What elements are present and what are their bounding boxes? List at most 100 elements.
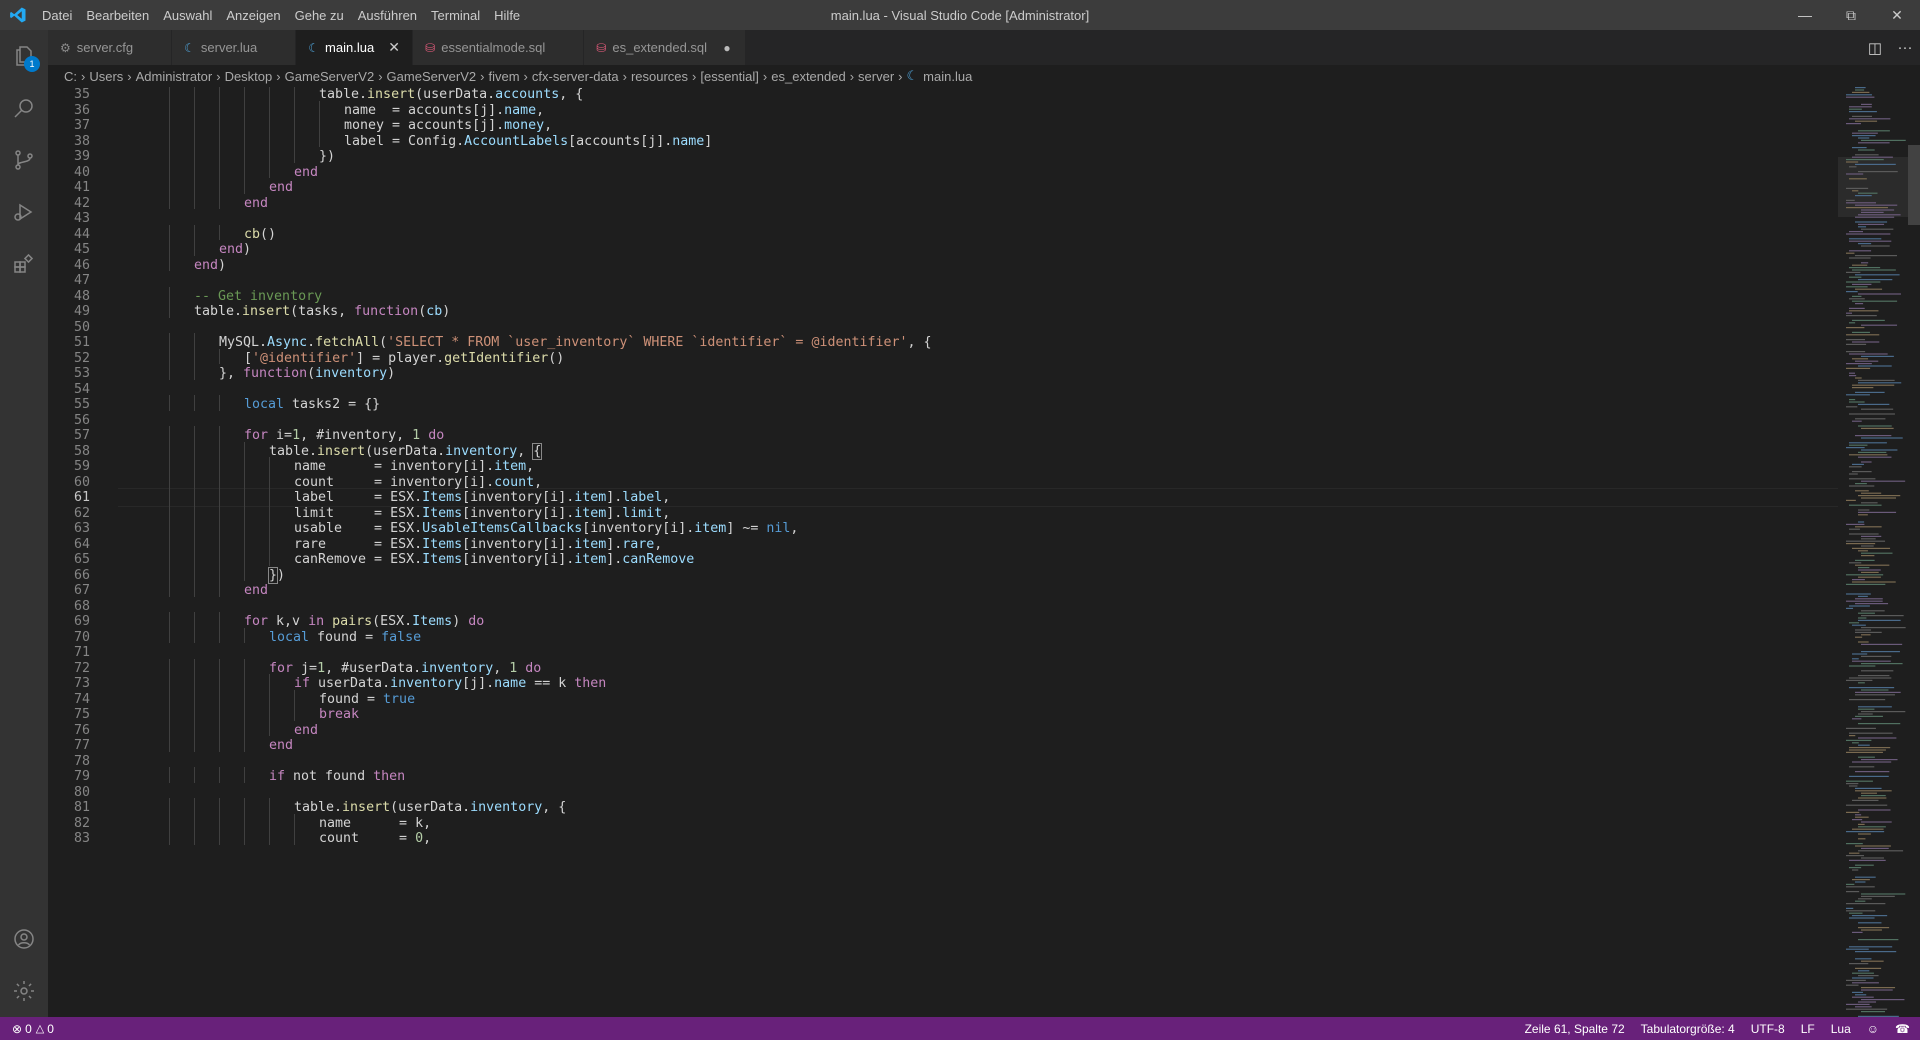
close-tab-icon[interactable]: ✕	[386, 39, 402, 56]
minimap-line	[1855, 221, 1888, 223]
menu-bearbeiten[interactable]: Bearbeiten	[79, 8, 156, 23]
tab-main-lua[interactable]: ☾ main.lua ✕	[296, 30, 414, 65]
settings-gear-icon[interactable]	[0, 965, 48, 1017]
indent-guide	[169, 674, 170, 690]
breadcrumb-item[interactable]: server	[858, 69, 894, 84]
minimap-line	[1849, 413, 1895, 415]
indent-guide	[294, 147, 295, 163]
minimap-line	[1846, 780, 1873, 782]
code-area[interactable]: table.insert(userData.accounts, {name = …	[118, 87, 1838, 1017]
minimap[interactable]	[1838, 87, 1908, 1017]
indent-guide	[319, 100, 320, 116]
run-debug-icon[interactable]	[0, 186, 48, 238]
minimap-line	[1858, 514, 1868, 516]
end-of-line[interactable]: LF	[1801, 1022, 1815, 1036]
indent-guide	[219, 565, 220, 581]
breadcrumb-item[interactable]: es_extended	[771, 69, 845, 84]
indent-guide	[219, 767, 220, 783]
code-editor[interactable]: 35 36 37 38 39 40 41 42 43 44 45 46 47 48 49 50 51 52 53 54…	[48, 87, 1920, 1017]
indent-guide	[269, 705, 270, 721]
minimap-line	[1852, 300, 1898, 302]
feedback-icon[interactable]: ☺	[1867, 1022, 1879, 1036]
minimap-line	[1861, 571, 1879, 573]
menu-gehe-zu[interactable]: Gehe zu	[288, 8, 351, 23]
breadcrumb-item[interactable]: Users	[89, 69, 123, 84]
minimap-line	[1858, 171, 1898, 173]
minimap-line	[1852, 660, 1891, 662]
extensions-icon[interactable]	[0, 238, 48, 290]
breadcrumb-item[interactable]: fivem	[488, 69, 519, 84]
search-icon[interactable]	[0, 82, 48, 134]
close-window-icon[interactable]: ✕	[1874, 0, 1920, 30]
minimap-line	[1855, 216, 1895, 218]
minimap-line	[1858, 641, 1869, 643]
minimap-line	[1846, 315, 1877, 317]
breadcrumb-item[interactable]: Desktop	[225, 69, 273, 84]
minimap-line	[1858, 975, 1879, 977]
menu-terminal[interactable]: Terminal	[424, 8, 487, 23]
minimap-line	[1849, 917, 1875, 919]
line-number: 83	[73, 831, 90, 846]
menu-anzeigen[interactable]: Anzeigen	[219, 8, 287, 23]
minimap-line	[1849, 747, 1891, 749]
minimap-line	[1852, 135, 1876, 137]
indent-guide	[319, 116, 320, 132]
accounts-icon[interactable]	[0, 913, 48, 965]
unsaved-dot-icon[interactable]: ●	[719, 41, 735, 55]
breadcrumb-item[interactable]: Administrator	[136, 69, 213, 84]
indent-guide	[244, 658, 245, 674]
breadcrumb-item[interactable]: main.lua	[923, 69, 972, 84]
indent-guide	[194, 612, 195, 628]
minimap-line	[1858, 149, 1875, 151]
split-editor-icon[interactable]: ◫	[1860, 39, 1890, 57]
breadcrumb-item[interactable]: cfx-server-data	[532, 69, 619, 84]
minimap-line	[1846, 252, 1855, 254]
breadcrumb-item[interactable]: C:	[64, 69, 77, 84]
menu-auswahl[interactable]: Auswahl	[156, 8, 219, 23]
minimap-line	[1858, 279, 1893, 281]
source-control-icon[interactable]	[0, 134, 48, 186]
vscode-logo-icon[interactable]	[0, 0, 35, 30]
tab-label: server.lua	[200, 40, 258, 55]
minimap-line	[1861, 324, 1898, 326]
minimap-line	[1861, 895, 1895, 897]
notifications-bell-icon[interactable]: ☎	[1895, 1022, 1910, 1036]
language-mode[interactable]: Lua	[1831, 1022, 1851, 1036]
code-line[interactable]: count = 0,	[118, 829, 1838, 848]
cursor-position[interactable]: Zeile 61, Spalte 72	[1525, 1022, 1625, 1036]
minimap-line	[1855, 89, 1865, 91]
menu-ausführen[interactable]: Ausführen	[351, 8, 424, 23]
breadcrumb-item[interactable]: GameServerV2	[285, 69, 375, 84]
scrollbar-thumb[interactable]	[1908, 145, 1920, 225]
tab-es-extended-sql[interactable]: ⛁ es_extended.sql ●	[584, 30, 747, 65]
breadcrumb-item[interactable]: resources	[631, 69, 688, 84]
tab-label: main.lua	[325, 40, 375, 55]
vertical-scrollbar[interactable]	[1908, 87, 1920, 1017]
indent-guide	[294, 87, 295, 101]
problems-indicator[interactable]: ⊗ 0 △ 0	[0, 1022, 54, 1036]
more-actions-icon[interactable]: ···	[1890, 39, 1920, 56]
menu-hilfe[interactable]: Hilfe	[487, 8, 527, 23]
minimap-line	[1846, 447, 1865, 449]
minimap-line	[1846, 883, 1855, 885]
tab-essentialmode-sql[interactable]: ⛁ essentialmode.sql	[413, 30, 585, 65]
minimap-line	[1858, 797, 1887, 799]
tab-server-lua[interactable]: ☾ server.lua	[172, 30, 297, 65]
minimize-icon[interactable]: —	[1782, 0, 1828, 30]
minimap-line	[1849, 677, 1892, 679]
indent-guide	[194, 333, 195, 349]
restore-icon[interactable]: ⧉	[1828, 0, 1874, 30]
breadcrumb-item[interactable]: GameServerV2	[387, 69, 477, 84]
indentation[interactable]: Tabulatorgröße: 4	[1641, 1022, 1735, 1036]
minimap-line	[1849, 732, 1893, 734]
minimap-line	[1846, 855, 1865, 857]
indent-guide	[194, 116, 195, 132]
encoding[interactable]: UTF-8	[1751, 1022, 1785, 1036]
menu-datei[interactable]: Datei	[35, 8, 79, 23]
tab-server-cfg[interactable]: ⚙ server.cfg	[48, 30, 173, 65]
explorer-icon[interactable]: 1	[0, 30, 48, 82]
minimap-line	[1861, 461, 1872, 463]
minimap-line	[1852, 915, 1888, 917]
minimap-line	[1858, 243, 1872, 245]
breadcrumb-item[interactable]: [essential]	[700, 69, 759, 84]
